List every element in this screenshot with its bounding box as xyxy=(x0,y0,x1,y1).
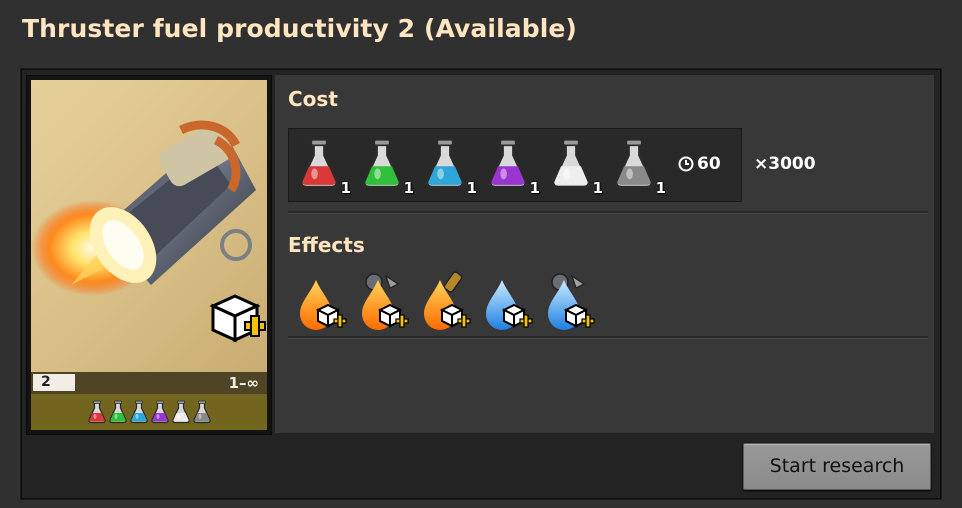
red-science-pack-icon xyxy=(299,138,339,189)
red-science-pack-icon xyxy=(87,400,106,424)
thruster-fuel-ammo-productivity-icon[interactable] xyxy=(416,270,478,332)
research-count: ×3000 xyxy=(754,154,816,174)
research-time-value: 60 xyxy=(697,154,721,174)
pack-count: 1 xyxy=(529,179,540,197)
pack-count: 1 xyxy=(403,179,414,197)
thruster-oxidizer-productivity-icon[interactable] xyxy=(478,270,540,332)
pack-count: 1 xyxy=(592,179,603,197)
gray-science-pack-icon xyxy=(192,400,211,424)
thruster-icon xyxy=(31,80,267,372)
advanced-thruster-fuel-productivity-icon[interactable] xyxy=(354,270,416,332)
research-time: 60 xyxy=(678,154,721,174)
cost-pack[interactable]: 1 xyxy=(612,137,668,197)
cost-pack[interactable]: 1 xyxy=(486,137,542,197)
white-science-pack-icon xyxy=(171,400,190,424)
start-research-button[interactable]: Start research xyxy=(743,443,931,490)
card-level-range: 1–∞ xyxy=(228,374,259,392)
cost-pack[interactable]: 1 xyxy=(423,137,479,197)
cost-list: 1 1 1 1 1 1 xyxy=(288,128,742,202)
thruster-fuel-productivity-icon[interactable] xyxy=(292,270,354,332)
card-science-packs xyxy=(31,394,267,430)
gray-science-pack-icon xyxy=(614,138,654,189)
white-science-pack-icon xyxy=(551,138,591,189)
divider xyxy=(288,211,928,214)
window-title: Thruster fuel productivity 2 (Available) xyxy=(22,14,577,43)
purple-science-pack-icon xyxy=(150,400,169,424)
pack-count: 1 xyxy=(655,179,666,197)
blue-science-pack-icon xyxy=(129,400,148,424)
divider xyxy=(288,336,928,339)
cost-pack[interactable]: 1 xyxy=(360,137,416,197)
blue-science-pack-icon xyxy=(425,138,465,189)
purple-science-pack-icon xyxy=(488,138,528,189)
clock-icon xyxy=(678,156,694,172)
card-level: 2 xyxy=(33,374,75,391)
cost-pack[interactable]: 1 xyxy=(297,137,353,197)
effects-heading: Effects xyxy=(288,233,365,257)
productivity-badge-icon xyxy=(209,294,266,343)
green-science-pack-icon xyxy=(362,138,402,189)
pack-count: 1 xyxy=(466,179,477,197)
cost-pack[interactable]: 1 xyxy=(549,137,605,197)
card-level-bar: 2 1–∞ xyxy=(31,372,267,394)
advanced-thruster-oxidizer-productivity-icon[interactable] xyxy=(540,270,602,332)
pack-count: 1 xyxy=(340,179,351,197)
cost-heading: Cost xyxy=(288,87,338,111)
technology-card[interactable]: 2 1–∞ xyxy=(26,75,272,435)
green-science-pack-icon xyxy=(108,400,127,424)
